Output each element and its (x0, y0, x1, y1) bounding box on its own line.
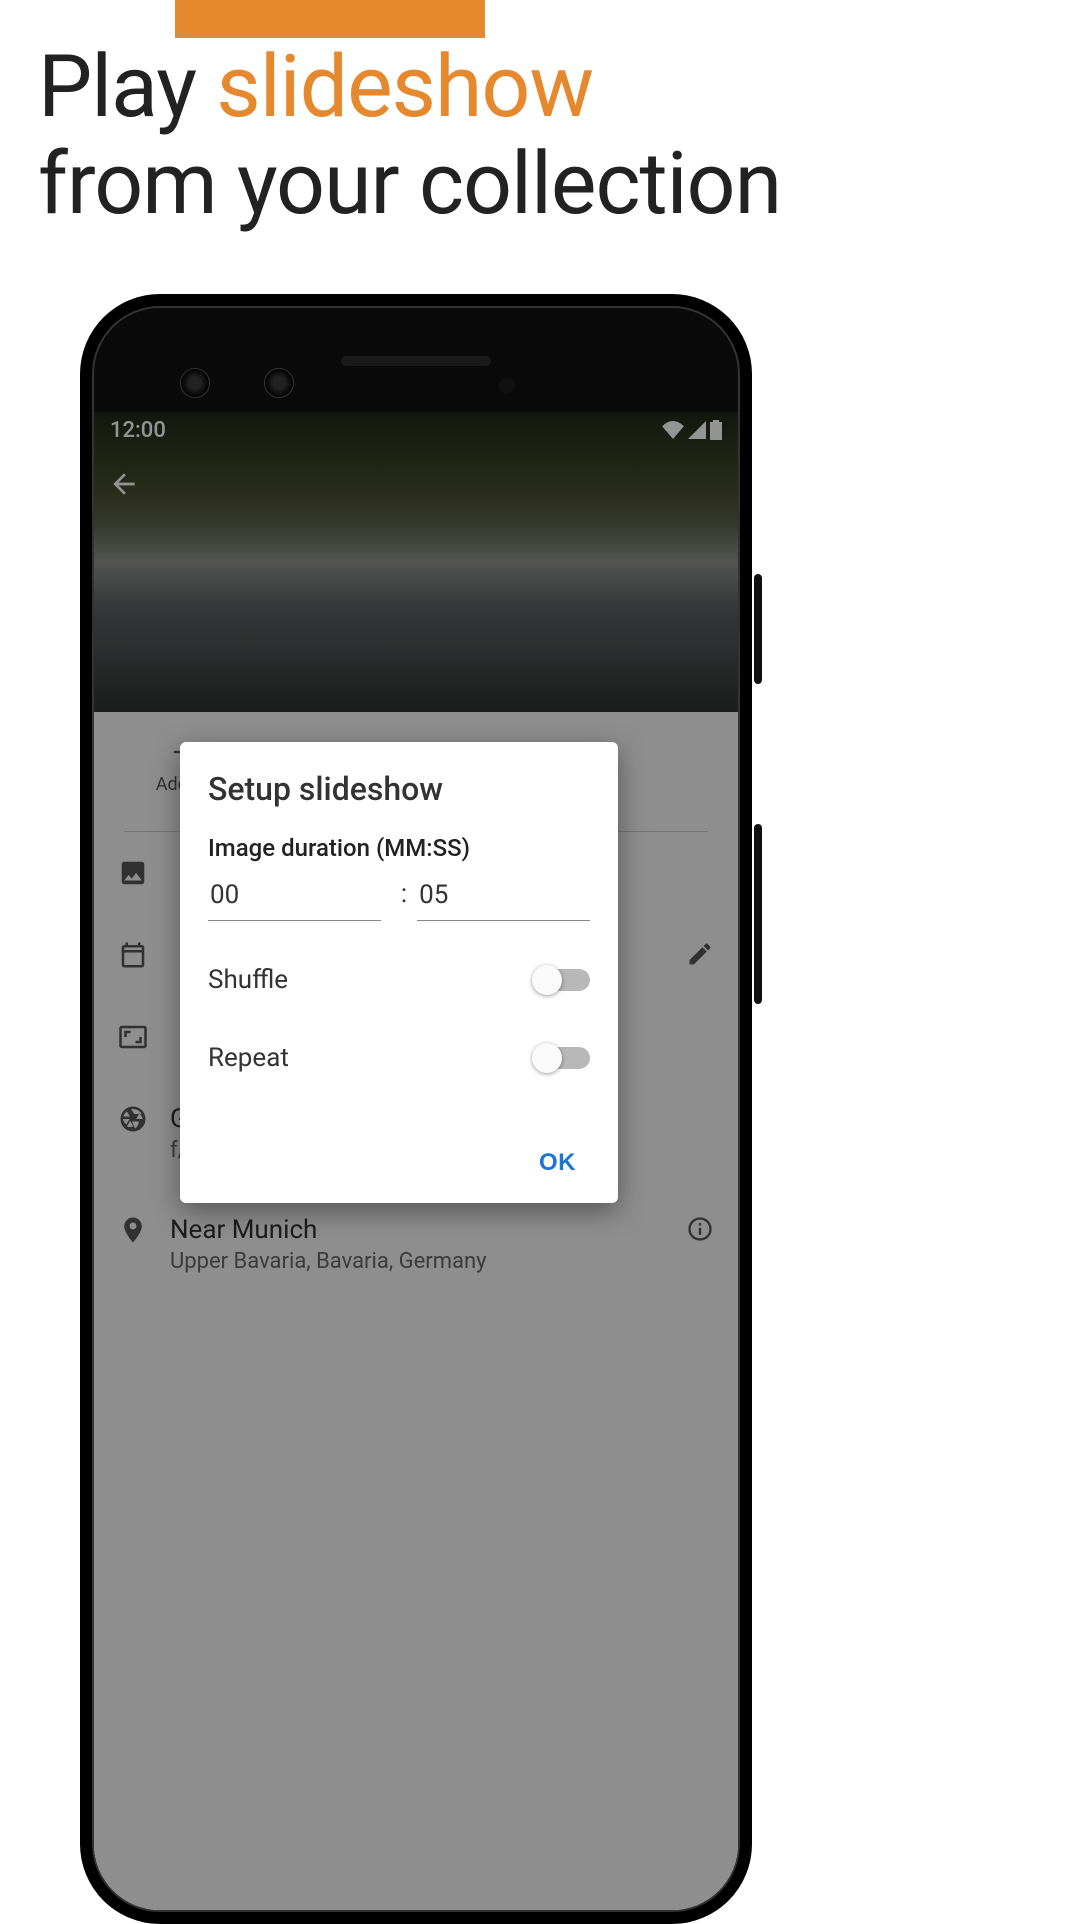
duration-colon: : (401, 879, 407, 919)
phone-screen: 12:00 Add to (94, 412, 738, 1910)
repeat-toggle[interactable] (534, 1047, 590, 1069)
phone-frame: 12:00 Add to (80, 294, 752, 1924)
hero-word-slideshow: slideshow (216, 36, 593, 137)
phone-camera (264, 368, 294, 398)
phone-camera (180, 368, 210, 398)
side-button (754, 824, 762, 1004)
accent-bar (175, 0, 485, 38)
minutes-input[interactable]: 00 (208, 876, 381, 921)
duration-label: Image duration (MM:SS) (208, 834, 590, 862)
phone-sensor (499, 378, 515, 394)
phone-speaker (341, 356, 491, 366)
phone-bezel: 12:00 Add to (92, 306, 740, 1912)
hero-line2: from your collection (38, 137, 781, 232)
side-button (754, 574, 762, 684)
hero-word-play: Play (38, 36, 196, 137)
shuffle-row: Shuffle (208, 947, 590, 1025)
dialog-title: Setup slideshow (208, 770, 590, 808)
hero-headline: Play slideshow from your collection (38, 40, 781, 231)
shuffle-toggle[interactable] (534, 969, 590, 991)
seconds-input[interactable]: 05 (417, 876, 590, 921)
repeat-row: Repeat (208, 1025, 590, 1103)
shuffle-label: Shuffle (208, 965, 288, 995)
ok-button[interactable]: OK (525, 1139, 590, 1187)
repeat-label: Repeat (208, 1043, 289, 1073)
slideshow-dialog: Setup slideshow Image duration (MM:SS) 0… (180, 742, 618, 1203)
